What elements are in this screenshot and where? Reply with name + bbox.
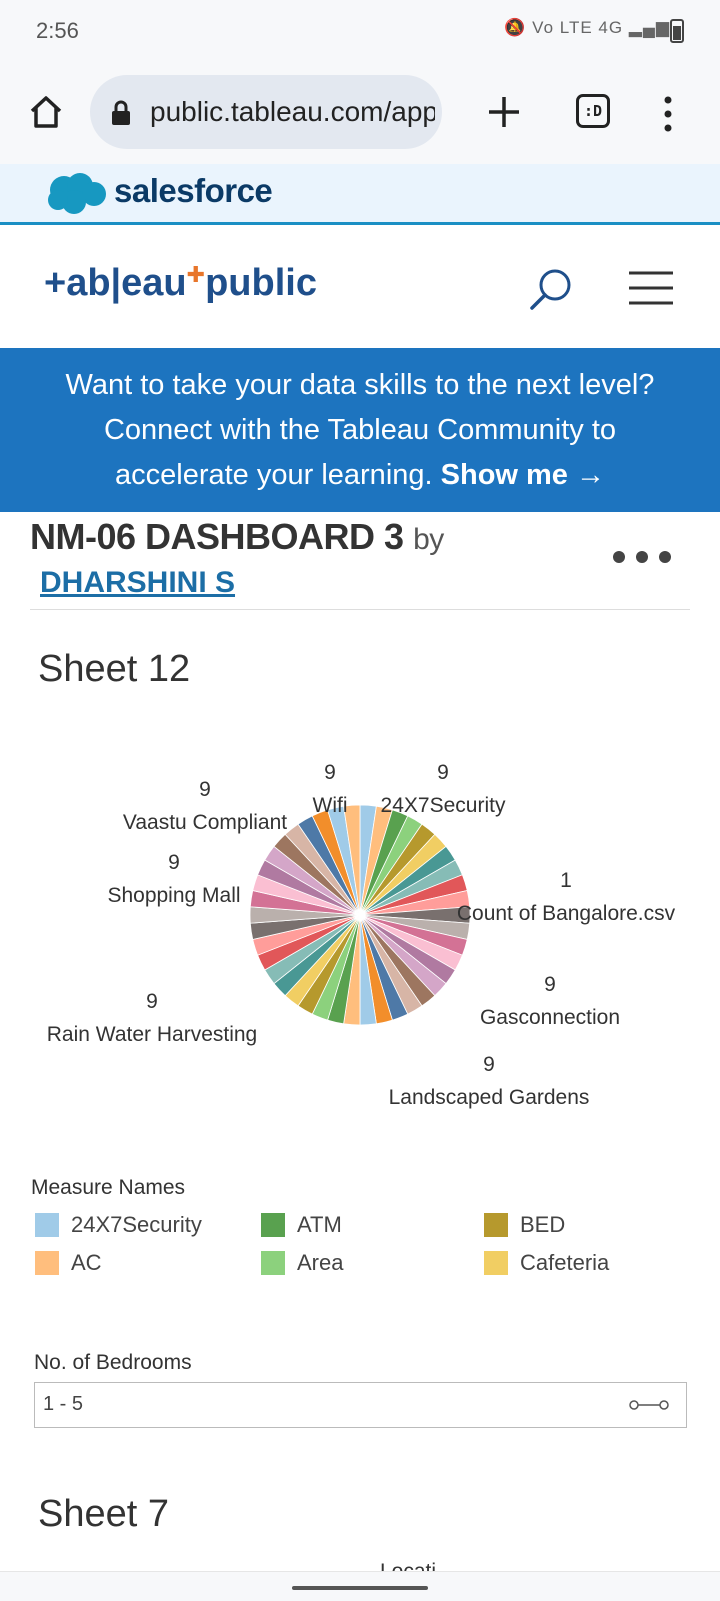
legend-swatch bbox=[261, 1251, 285, 1275]
legend-label: Area bbox=[297, 1250, 344, 1275]
salesforce-bar bbox=[0, 164, 720, 225]
pie-label-value: 9 bbox=[544, 973, 556, 996]
legend-label: ATM bbox=[297, 1212, 342, 1237]
home-icon[interactable] bbox=[26, 92, 66, 132]
pie-label-vaastu: 9 Vaastu Compliant bbox=[110, 773, 300, 839]
status-time: 2:56 bbox=[36, 18, 79, 43]
pie-label-name: Count of Bangalore.csv bbox=[456, 902, 676, 925]
author-link[interactable]: DHARSHINI S bbox=[40, 566, 235, 600]
pie-label-value: 9 bbox=[483, 1053, 495, 1076]
legend-swatch bbox=[484, 1213, 508, 1237]
dashboard-title: NM-06 DASHBOARD 3 by bbox=[30, 516, 444, 558]
dashboard-title-text: NM-06 DASHBOARD 3 bbox=[30, 516, 404, 557]
salesforce-wordmark[interactable]: salesforce bbox=[114, 172, 273, 210]
pie-label-shopping-mall: 9 Shopping Mall bbox=[96, 846, 252, 912]
gesture-handle[interactable] bbox=[292, 1586, 428, 1590]
legend-title: Measure Names bbox=[31, 1176, 186, 1199]
tableau-public-logo[interactable]: +ab|eau✚public bbox=[44, 262, 317, 305]
pie-label-value: 9 bbox=[168, 851, 180, 874]
by-text: by bbox=[413, 523, 444, 556]
pie-label-value: 9 bbox=[199, 778, 211, 801]
overflow-menu-icon[interactable] bbox=[658, 96, 678, 132]
legend-swatch bbox=[484, 1251, 508, 1275]
pie-label-gasconnection: 9 Gasconnection bbox=[470, 968, 630, 1034]
pie-label-name: Vaastu Compliant bbox=[122, 811, 288, 834]
banner-line-3-text: accelerate your learning. bbox=[115, 459, 441, 491]
pie-label-name: Rain Water Harvesting bbox=[46, 1023, 258, 1046]
banner-line-1: Want to take your data skills to the nex… bbox=[65, 369, 655, 401]
bedrooms-filter-value: 1 - 5 bbox=[43, 1393, 84, 1415]
banner-line-2: Connect with the Tableau Community to bbox=[103, 414, 617, 446]
new-tab-icon[interactable] bbox=[484, 92, 524, 132]
pie-label-name: Shopping Mall bbox=[107, 884, 241, 907]
legend-label: 24X7Security bbox=[71, 1212, 202, 1237]
more-options-icon[interactable] bbox=[612, 550, 672, 564]
pie-label-landscaped: 9 Landscaped Gardens bbox=[376, 1048, 602, 1114]
pie-label-value: 9 bbox=[324, 761, 336, 784]
battery-icon bbox=[670, 19, 684, 43]
sheet-12-title: Sheet 12 bbox=[38, 648, 191, 690]
url-text[interactable]: public.tableau.com/app/profile bbox=[150, 96, 435, 128]
divider bbox=[30, 609, 690, 610]
banner-line-3: accelerate your learning. Show me → bbox=[0, 453, 720, 498]
sheet-7-title: Sheet 7 bbox=[38, 1493, 169, 1535]
legend-label: Cafeteria bbox=[520, 1250, 610, 1275]
range-slider-icon[interactable] bbox=[628, 1397, 670, 1413]
logo-text-left: +ab|eau bbox=[44, 262, 187, 304]
pie-label-wifi: 9 Wifi bbox=[300, 756, 360, 822]
sparkle-icon: ✚ bbox=[186, 262, 206, 287]
legend-label: AC bbox=[71, 1250, 102, 1275]
pie-label-value: 9 bbox=[146, 990, 158, 1013]
pie-label-value: 1 bbox=[560, 869, 572, 892]
legend-swatch bbox=[35, 1251, 59, 1275]
promo-banner: Want to take your data skills to the nex… bbox=[0, 348, 720, 512]
logo-text-right: public bbox=[205, 262, 317, 304]
pie-label-value: 9 bbox=[437, 761, 449, 784]
pie-label-name: 24X7Security bbox=[380, 794, 506, 817]
pie-label-name: Gasconnection bbox=[479, 1006, 621, 1029]
legend-swatch bbox=[261, 1213, 285, 1237]
legend-swatch bbox=[35, 1213, 59, 1237]
tabs-icon[interactable]: :D bbox=[576, 94, 610, 128]
hamburger-menu-icon[interactable] bbox=[628, 270, 674, 306]
pie-label-24x7security: 9 24X7Security bbox=[368, 756, 518, 822]
lock-icon bbox=[112, 100, 130, 125]
pie-label-name: Landscaped Gardens bbox=[388, 1086, 590, 1109]
salesforce-cloud-logo[interactable] bbox=[44, 170, 108, 216]
bedrooms-filter-box[interactable] bbox=[34, 1382, 687, 1428]
status-icons: 🔕 Vo LTE 4G ▂▄▆ bbox=[504, 18, 670, 37]
show-me-link[interactable]: Show me → bbox=[441, 459, 605, 491]
pie-label-rain-water: 9 Rain Water Harvesting bbox=[30, 985, 274, 1051]
pie-label-name: Wifi bbox=[312, 794, 348, 817]
pie-chart[interactable] bbox=[0, 740, 720, 1120]
pie-label-count: 1 Count of Bangalore.csv bbox=[443, 864, 689, 930]
legend-label: BED bbox=[520, 1212, 566, 1237]
bedrooms-filter-title: No. of Bedrooms bbox=[34, 1351, 192, 1374]
search-icon[interactable] bbox=[528, 266, 574, 312]
